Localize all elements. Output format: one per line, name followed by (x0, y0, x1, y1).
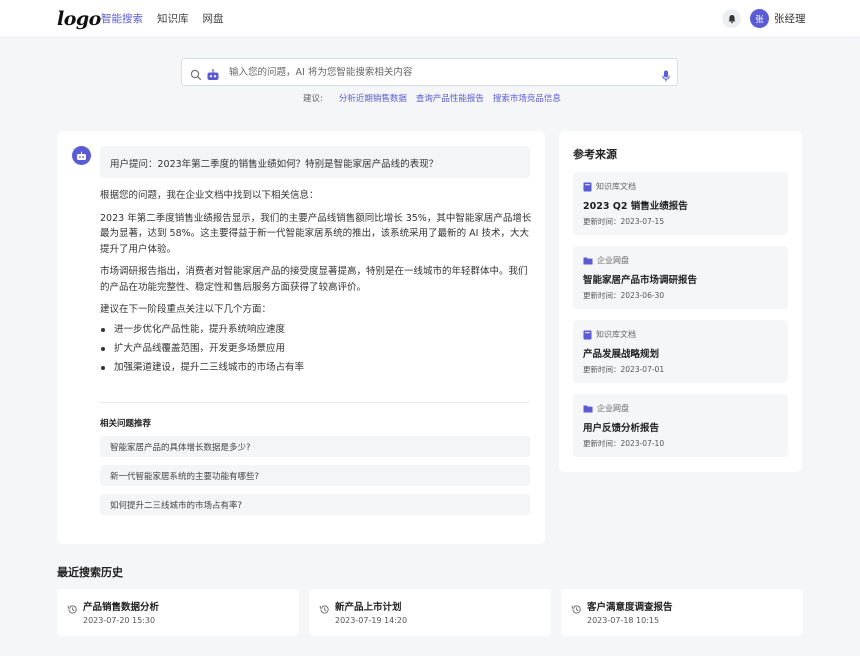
reference-card[interactable]: 知识库文档 2023 Q2 销售业绩报告 更新时间：2023-07-15 (573, 172, 788, 235)
list-item: 进一步优化产品性能，提升系统响应速度 (100, 320, 532, 339)
reference-name: 产品发展战略规划 (583, 349, 660, 360)
nav-item-knowledge-base[interactable]: 知识库 (157, 11, 189, 26)
main-nav: 智能搜索 知识库 网盘 (101, 11, 224, 26)
reference-type: 企业网盘 (597, 404, 629, 413)
answer-paragraph: 市场调研报告指出，消费者对智能家居产品的接受度显著提高，特别是在一线城市的年轻群… (100, 266, 528, 293)
history-icon (319, 600, 330, 619)
history-date: 2023-07-18 10:15 (587, 616, 660, 625)
search-suggestions: 建议: 分析近期销售数据 查询产品性能报告 搜索市场竞品信息 (303, 92, 561, 104)
avatar[interactable]: 张 (750, 9, 769, 28)
list-item: 扩大产品线覆盖范围，开发更多场景应用 (100, 339, 532, 358)
history-name: 客户满意度调查报告 (587, 602, 673, 613)
reference-date: 更新时间：2023-07-10 (583, 439, 665, 448)
search-icon (190, 66, 202, 85)
related-question-item[interactable]: 如何提升二三线城市的市场占有率? (100, 494, 530, 515)
search-history-title: 最近搜索历史 (57, 566, 123, 579)
recommendation-list: 进一步优化产品性能，提升系统响应速度 扩大产品线覆盖范围，开发更多场景应用 加强… (100, 320, 532, 377)
ai-robot-icon (72, 146, 91, 165)
user-question: 用户提问：2023年第二季度的销售业绩如何？特别是智能家居产品线的表现？ (100, 146, 530, 178)
reference-date: 更新时间：2023-06-30 (583, 291, 665, 300)
answer-panel: 用户提问：2023年第二季度的销售业绩如何？特别是智能家居产品线的表现？ 根据您… (57, 131, 545, 544)
related-question-item[interactable]: 新一代智能家居系统的主要功能有哪些? (100, 465, 530, 486)
history-name: 产品销售数据分析 (83, 602, 160, 613)
suggestion-link[interactable]: 分析近期销售数据 (339, 92, 407, 104)
nav-item-smart-search[interactable]: 智能搜索 (101, 11, 143, 26)
references-panel: 参考来源 知识库文档 2023 Q2 销售业绩报告 更新时间：2023-07-1… (559, 131, 802, 472)
reference-card[interactable]: 企业网盘 用户反馈分析报告 更新时间：2023-07-10 (573, 394, 788, 457)
history-icon (67, 600, 78, 619)
reference-name: 智能家居产品市场调研报告 (583, 275, 698, 286)
answer-paragraph: 建议在下一阶段重点关注以下几个方面： (100, 304, 272, 315)
history-card[interactable]: 产品销售数据分析 2023-07-20 15:30 (57, 589, 299, 636)
list-item: 加强渠道建设，提升二三线城市的市场占有率 (100, 358, 532, 377)
reference-name: 用户反馈分析报告 (583, 423, 660, 434)
reference-name: 2023 Q2 销售业绩报告 (583, 201, 688, 212)
folder-icon (583, 257, 593, 265)
history-icon (571, 600, 582, 619)
microphone-icon[interactable] (662, 67, 670, 86)
suggestions-label: 建议: (303, 94, 323, 104)
notification-bell-icon[interactable] (722, 9, 741, 28)
related-questions-title: 相关问题推荐 (100, 419, 152, 429)
nav-item-cloud-drive[interactable]: 网盘 (203, 11, 224, 26)
history-card[interactable]: 客户满意度调查报告 2023-07-18 10:15 (561, 589, 803, 636)
history-name: 新产品上市计划 (335, 602, 402, 613)
top-header: logo 智能搜索 知识库 网盘 张 张经理 (0, 0, 860, 38)
answer-body: 根据您的问题，我在企业文档中找到以下相关信息： 2023 年第二季度销售业绩报告… (100, 188, 532, 377)
history-date: 2023-07-19 14:20 (335, 616, 408, 625)
reference-type: 知识库文档 (596, 330, 636, 339)
divider (100, 402, 530, 403)
answer-paragraph: 根据您的问题，我在企业文档中找到以下相关信息： (100, 190, 319, 201)
folder-icon (583, 405, 593, 413)
robot-icon (206, 66, 220, 85)
answer-paragraph: 2023 年第二季度销售业绩报告显示，我们的主要产品线销售额同比增长 35%，其… (100, 212, 532, 255)
references-title: 参考来源 (573, 148, 617, 161)
suggestion-link[interactable]: 搜索市场竞品信息 (493, 92, 561, 104)
book-icon (583, 182, 592, 191)
logo[interactable]: logo (57, 8, 101, 30)
reference-type: 企业网盘 (597, 256, 629, 265)
history-date: 2023-07-20 15:30 (83, 616, 156, 625)
history-card[interactable]: 新产品上市计划 2023-07-19 14:20 (309, 589, 551, 636)
reference-date: 更新时间：2023-07-15 (583, 217, 665, 226)
reference-type: 知识库文档 (596, 182, 636, 191)
reference-date: 更新时间：2023-07-01 (583, 365, 665, 374)
search-input[interactable] (229, 64, 639, 81)
suggestion-link[interactable]: 查询产品性能报告 (416, 92, 484, 104)
reference-card[interactable]: 企业网盘 智能家居产品市场调研报告 更新时间：2023-06-30 (573, 246, 788, 309)
search-bar (181, 58, 678, 86)
user-name[interactable]: 张经理 (774, 11, 806, 26)
book-icon (583, 330, 592, 339)
related-question-item[interactable]: 智能家居产品的具体增长数据是多少? (100, 436, 530, 457)
reference-card[interactable]: 知识库文档 产品发展战略规划 更新时间：2023-07-01 (573, 320, 788, 383)
